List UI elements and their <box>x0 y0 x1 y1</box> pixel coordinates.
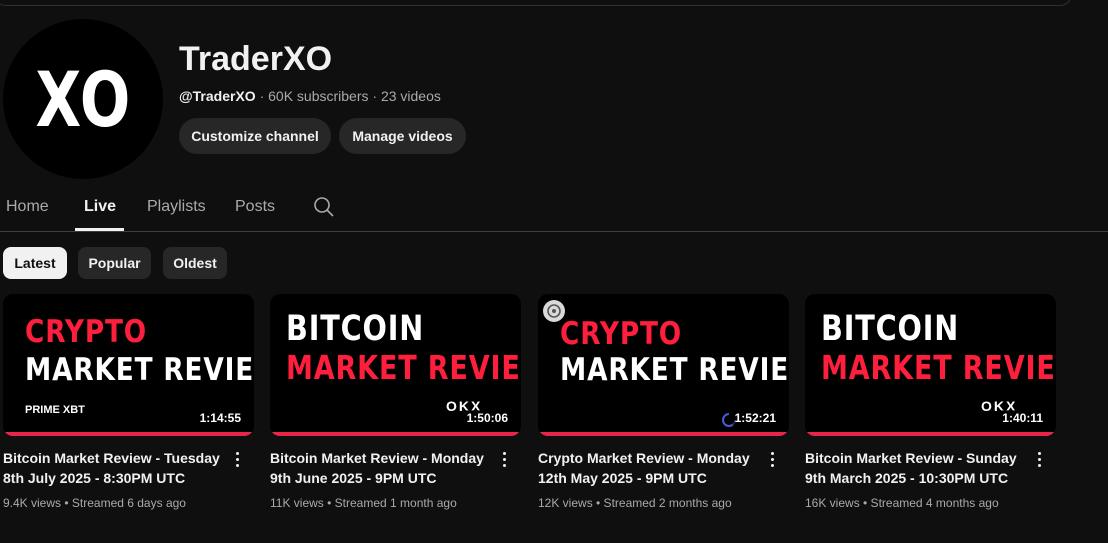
sponsor-logo: PRIME XBT <box>25 404 85 416</box>
channel-name: TraderXO <box>179 40 333 78</box>
avatar-text: XO <box>35 54 131 144</box>
search-icon[interactable] <box>313 196 335 218</box>
more-options-icon[interactable] <box>236 452 240 470</box>
video-card[interactable]: BITCOIN MARKET REVIEW OKX 1:40:11 Bitcoi… <box>805 294 1056 510</box>
video-duration: 1:40:11 <box>999 410 1046 426</box>
video-card[interactable]: CRYPTO MARKET REVIEW 1:52:21 Crypto Mark… <box>538 294 789 510</box>
top-bar-edge <box>0 0 1072 6</box>
video-stats: 9.4K views • Streamed 6 days ago <box>3 496 186 510</box>
chip-latest[interactable]: Latest <box>3 247 67 279</box>
thumbnail-line1: BITCOIN <box>821 309 960 349</box>
channel-meta: @TraderXO · 60K subscribers · 23 videos <box>179 88 441 104</box>
video-thumbnail[interactable]: BITCOIN MARKET REVIEW OKX 1:50:06 <box>270 294 521 436</box>
video-card[interactable]: BITCOIN MARKET REVIEW OKX 1:50:06 Bitcoi… <box>270 294 521 510</box>
video-thumbnail[interactable]: BITCOIN MARKET REVIEW OKX 1:40:11 <box>805 294 1056 436</box>
video-title[interactable]: Bitcoin Market Review - Monday 9th June … <box>270 448 496 488</box>
more-options-icon[interactable] <box>1038 452 1042 470</box>
video-title[interactable]: Bitcoin Market Review - Sunday 9th March… <box>805 448 1031 488</box>
video-duration: 1:50:06 <box>463 410 511 426</box>
tab-posts[interactable]: Posts <box>235 198 275 216</box>
tab-playlists[interactable]: Playlists <box>147 198 206 216</box>
more-options-icon[interactable] <box>503 452 507 470</box>
chip-oldest[interactable]: Oldest <box>163 247 227 279</box>
tab-home[interactable]: Home <box>6 198 49 216</box>
video-thumbnail[interactable]: CRYPTO MARKET REVIEW PRIME XBT 1:14:55 <box>3 294 254 436</box>
watch-progress-bar <box>270 432 521 436</box>
video-duration: 1:14:55 <box>196 410 244 426</box>
video-title[interactable]: Crypto Market Review - Monday 12th May 2… <box>538 448 764 488</box>
thumbnail-line2: MARKET REVIEW <box>821 348 1056 387</box>
video-title[interactable]: Bitcoin Market Review - Tuesday 8th July… <box>3 448 229 488</box>
thumbnail-line1: CRYPTO <box>560 316 683 352</box>
thumbnail-line1: CRYPTO <box>25 314 148 350</box>
channel-tabs: Home Live Playlists Posts <box>0 186 1108 232</box>
channel-stats: · 60K subscribers · 23 videos <box>255 88 441 104</box>
customize-channel-button[interactable]: Customize channel <box>179 118 331 154</box>
video-stats: 16K views • Streamed 4 months ago <box>805 496 999 510</box>
thumbnail-line2: MARKET REVIEW <box>286 348 521 387</box>
video-thumbnail[interactable]: CRYPTO MARKET REVIEW 1:52:21 <box>538 294 789 436</box>
thumbnail-line2: MARKET REVIEW <box>560 352 789 388</box>
watch-progress-bar <box>3 432 254 436</box>
thumbnail-line1: BITCOIN <box>286 309 425 349</box>
watch-progress-bar <box>805 432 1056 436</box>
video-stats: 12K views • Streamed 2 months ago <box>538 496 732 510</box>
watch-progress-bar <box>538 432 789 436</box>
active-tab-indicator <box>75 228 124 231</box>
chip-popular[interactable]: Popular <box>78 247 151 279</box>
channel-avatar: XO <box>3 19 163 179</box>
video-card[interactable]: CRYPTO MARKET REVIEW PRIME XBT 1:14:55 B… <box>3 294 254 510</box>
tab-live[interactable]: Live <box>84 198 116 216</box>
more-options-icon[interactable] <box>771 452 775 470</box>
video-stats: 11K views • Streamed 1 month ago <box>270 496 457 510</box>
manage-videos-button[interactable]: Manage videos <box>339 118 466 154</box>
channel-handle[interactable]: @TraderXO <box>179 88 256 104</box>
video-duration: 1:52:21 <box>731 410 779 426</box>
thumbnail-line2: MARKET REVIEW <box>25 352 254 388</box>
